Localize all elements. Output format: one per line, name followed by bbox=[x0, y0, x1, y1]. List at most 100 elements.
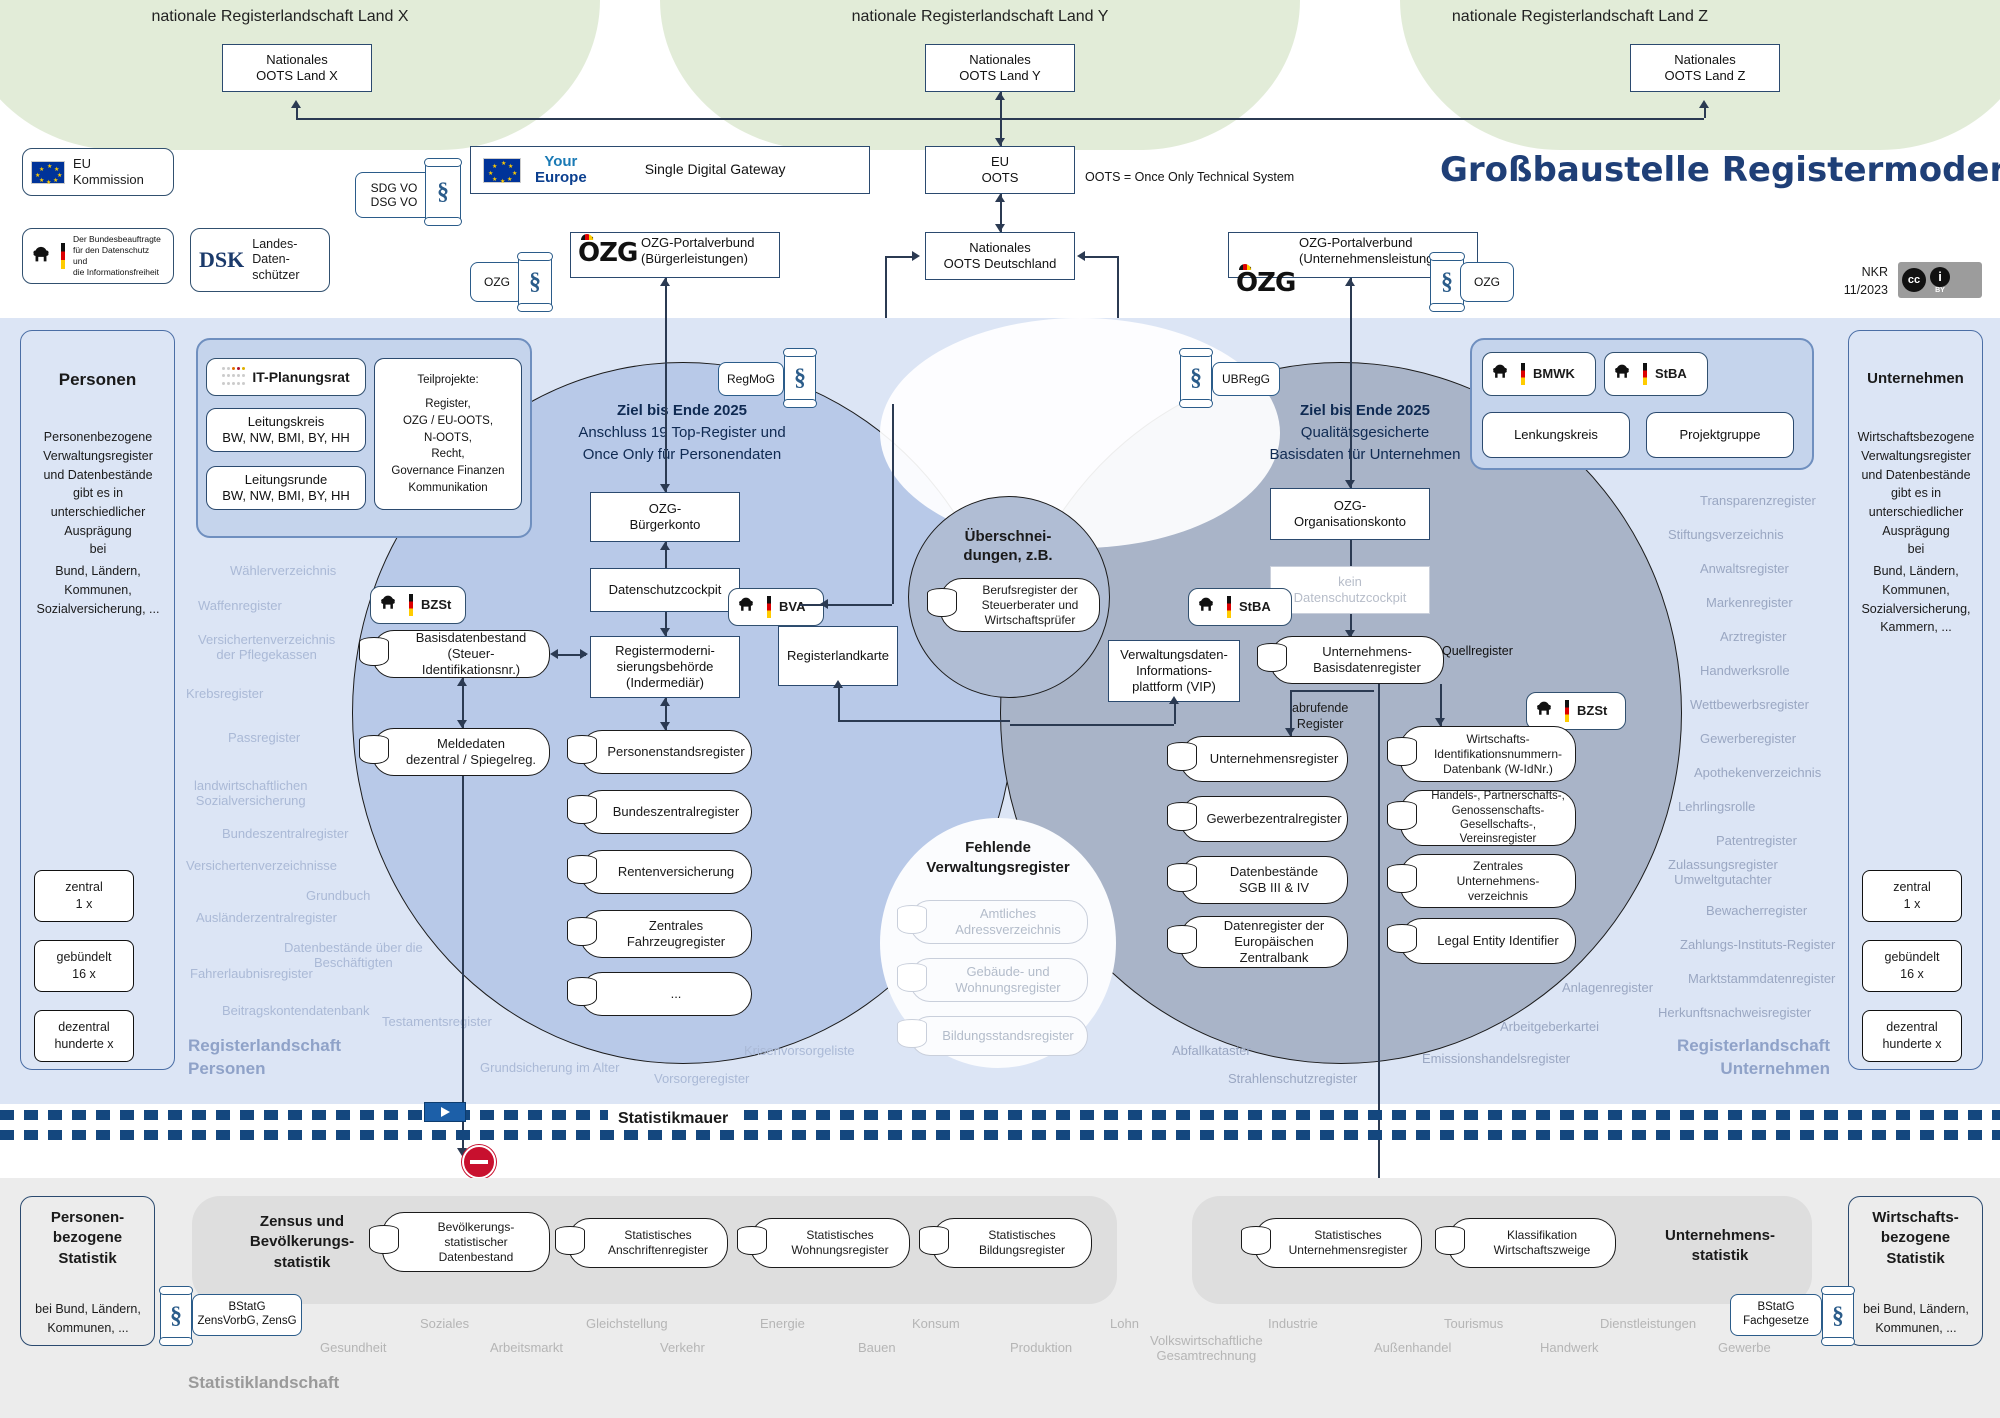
zentrales-fahrzeugregister-box[interactable]: Zentrales Fahrzeugregister bbox=[567, 910, 752, 958]
statistisches-wohnungsregister-box[interactable]: Statistisches Wohnungsregister bbox=[737, 1218, 910, 1268]
sgb-box[interactable]: Datenbestände SGB III & IV bbox=[1167, 856, 1348, 904]
berufsregister-box[interactable]: Berufsregister der Steuerberater und Wir… bbox=[927, 578, 1100, 632]
eu-oots-box[interactable]: EU OOTS bbox=[925, 146, 1075, 194]
german-flag-bar-icon-bva bbox=[767, 596, 771, 618]
unternehmens-basisdatenregister-box[interactable]: Unternehmens- Basisdatenregister bbox=[1257, 636, 1444, 684]
registerlandkarte-box[interactable]: Registerlandkarte bbox=[778, 626, 898, 686]
ghost-vorsorgeregister: Vorsorgeregister bbox=[654, 1071, 750, 1086]
arrow-portal-to-buerger bbox=[660, 278, 670, 286]
it-planungsrat-box[interactable]: IT-Planungsrat bbox=[206, 358, 366, 396]
national-oots-land-y-box[interactable]: Nationales OOTS Land Y bbox=[925, 44, 1075, 92]
bundesadler-icon-stba-mid bbox=[1197, 596, 1219, 618]
ozg-logo-text-2: ZG bbox=[1257, 268, 1296, 298]
abrufende-l1: abrufende bbox=[1292, 701, 1349, 715]
dsk-box[interactable]: DSK Landes- Daten- schützer bbox=[190, 228, 330, 292]
ozg-law-tag-buerger[interactable]: OZG bbox=[470, 262, 524, 302]
bzst-box-unternehmen[interactable]: BZSt bbox=[1526, 692, 1626, 730]
database-cylinder-icon-bzr bbox=[567, 795, 597, 829]
meldedaten-box[interactable]: Meldedaten dezentral / Spiegelreg. bbox=[359, 728, 550, 776]
eu-kommission-box[interactable]: ★ ★ ★ ★ ★ ★ ★ ★ EU Kommission bbox=[22, 148, 174, 196]
ln-portal-orgkonto bbox=[1350, 278, 1352, 488]
register-ezb-l1: Datenregister der bbox=[1223, 917, 1325, 933]
register-unternehmensregister: Unternehmensregister bbox=[1209, 750, 1339, 766]
handelsregister-box[interactable]: Handels-, Partnerschafts-, Genossenschaf… bbox=[1387, 790, 1576, 846]
dsk-line1: Landes- bbox=[252, 236, 298, 251]
stat-kwz-l2: Wirtschaftszweige bbox=[1493, 1243, 1591, 1257]
bzst-box-personen[interactable]: BZSt bbox=[370, 586, 466, 624]
bundeszentralregister-box[interactable]: Bundeszentralregister bbox=[567, 790, 752, 834]
bfdi-box[interactable]: Der Bundesbeauftragte für den Datenschut… bbox=[22, 228, 174, 284]
teilprojekte-box[interactable]: Teilprojekte: Register, OZG / EU-OOTS, N… bbox=[374, 358, 522, 510]
personenstandsregister-box[interactable]: Personenstandsregister bbox=[567, 730, 752, 774]
fehlende-item-0: Amtliches Adressverzeichnis bbox=[897, 900, 1088, 944]
personen-panel-text-3: Bund, Ländern, Kommunen, Sozialversicher… bbox=[36, 564, 160, 616]
ozg-law-tag-unternehmen[interactable]: OZG bbox=[1460, 262, 1514, 302]
regmog-paragraph-scroll-icon: § bbox=[783, 348, 817, 408]
bva-box[interactable]: BVA bbox=[728, 588, 824, 626]
register-widnr-l3: Datenbank (W-IdNr.) bbox=[1443, 761, 1553, 776]
zensus-title: Zensus und Bevölkerungs- statistik bbox=[212, 1212, 392, 1273]
stba-box-mid[interactable]: StBA bbox=[1188, 588, 1292, 626]
register-zuv-l3: verzeichnis bbox=[1467, 888, 1529, 903]
bstatg-tag-right[interactable]: BStatG Fachgesetze bbox=[1730, 1294, 1822, 1336]
oots-z-line1: Nationales bbox=[1674, 51, 1736, 67]
german-flag-bar-icon-stba-mid bbox=[1227, 596, 1231, 618]
gewerbezentralregister-box[interactable]: Gewerbezentralregister bbox=[1167, 796, 1348, 842]
registerlandkarte-label: Registerlandkarte bbox=[787, 647, 889, 663]
stat-sur-l2: Unternehmensregister bbox=[1288, 1243, 1408, 1257]
ghost-versichertenverzeichnisse: Versichertenverzeichnisse bbox=[186, 858, 338, 873]
ezb-box[interactable]: Datenregister der Europäischen Zentralba… bbox=[1167, 916, 1348, 968]
weitere-register-box[interactable]: ... bbox=[567, 972, 752, 1016]
your-europe-line2: Europe bbox=[535, 169, 587, 186]
connector-land-x-h bbox=[296, 118, 1000, 120]
register-zuv-l1: Zentrales bbox=[1472, 858, 1524, 873]
connector-land-z-v bbox=[1704, 108, 1706, 118]
lei-box[interactable]: Legal Entity Identifier bbox=[1387, 918, 1576, 964]
wirtschaftsbezogene-statistik-title: Wirtschafts- bezogene Statistik bbox=[1848, 1208, 1983, 1269]
w-idnr-box[interactable]: Wirtschafts- Identifikationsnummern- Dat… bbox=[1387, 726, 1576, 782]
register-lei: Legal Entity Identifier bbox=[1437, 932, 1559, 948]
bmwk-box[interactable]: BMWK bbox=[1482, 352, 1596, 396]
unternehmensregister-box[interactable]: Unternehmensregister bbox=[1167, 736, 1348, 782]
quellregister-label: Quellregister bbox=[1442, 644, 1513, 658]
arrow-eu-oots-up bbox=[995, 194, 1005, 202]
rentenversicherung-box[interactable]: Rentenversicherung bbox=[567, 850, 752, 894]
registermodernisierungsbehoerde-box[interactable]: Registermoderni- sierungsbehörde (Inderm… bbox=[590, 636, 740, 698]
nat-oots-de-line2: OOTS Deutschland bbox=[943, 256, 1057, 271]
ghost-stat-dienstleistungen: Dienstleistungen bbox=[1600, 1316, 1697, 1331]
ubregg-tag[interactable]: UBRegG bbox=[1212, 362, 1280, 396]
nationales-oots-deutschland-box[interactable]: Nationales OOTS Deutschland bbox=[925, 232, 1075, 280]
ghost-zulassungsregister: Zulassungsregister Umweltgutachter bbox=[1668, 857, 1778, 887]
ln-landkarte-h bbox=[838, 720, 1010, 722]
arc-label-land-y: nationale Registerlandschaft Land Y bbox=[851, 8, 1109, 25]
leitungsrunde-box[interactable]: Leitungsrunde BW, NW, BMI, BY, HH bbox=[206, 466, 366, 510]
national-oots-land-z-box[interactable]: Nationales OOTS Land Z bbox=[1630, 44, 1780, 92]
stba-box-top[interactable]: StBA bbox=[1604, 352, 1708, 396]
stat-bsd-l2: statistischer bbox=[444, 1234, 508, 1249]
statistisches-anschriftenregister-box[interactable]: Statistisches Anschriftenregister bbox=[555, 1218, 728, 1268]
database-cylinder-icon-ghost-2 bbox=[897, 1019, 927, 1053]
connector-land-z-h bbox=[1000, 118, 1704, 120]
klassifikation-wirtschaftszweige-box[interactable]: Klassifikation Wirtschaftszweige bbox=[1435, 1218, 1616, 1268]
leitungskreis-l1: Leitungskreis bbox=[247, 413, 325, 429]
regmog-tag[interactable]: RegMoG bbox=[718, 362, 784, 396]
statistisches-bildungsregister-box[interactable]: Statistisches Bildungsregister bbox=[919, 1218, 1092, 1268]
sdg-law-tag[interactable]: SDG VO DSG VO bbox=[355, 172, 433, 218]
national-oots-land-x-box[interactable]: Nationales OOTS Land X bbox=[222, 44, 372, 92]
zentrales-unternehmensverzeichnis-box[interactable]: Zentrales Unternehmens- verzeichnis bbox=[1387, 854, 1576, 908]
leitungskreis-box[interactable]: Leitungskreis BW, NW, BMI, BY, HH bbox=[206, 408, 366, 452]
personen-goal: Ziel bis Ende 2025 Anschluss 19 Top-Regi… bbox=[512, 400, 852, 465]
wb-stat-l1: Wirtschafts- bbox=[1872, 1209, 1959, 1226]
projektgruppe-box[interactable]: Projektgruppe bbox=[1646, 412, 1794, 458]
bevoelkerungsstatistischer-datenbestand-box[interactable]: Bevölkerungs- statistischer Datenbestand bbox=[369, 1212, 550, 1272]
datenschutzcockpit-box[interactable]: Datenschutzcockpit bbox=[590, 568, 740, 612]
statistisches-unternehmensregister-box[interactable]: Statistisches Unternehmensregister bbox=[1241, 1218, 1422, 1268]
single-digital-gateway-box[interactable]: ★ ★ ★ ★ ★ ★ ★ ★ Your Europe Single Digital G… bbox=[470, 146, 870, 194]
database-cylinder-icon-sur bbox=[1241, 1226, 1271, 1260]
zensus-l2: Bevölkerungs- bbox=[249, 1233, 355, 1251]
ozg-organisationskonto-box[interactable]: OZG- Organisationskonto bbox=[1270, 488, 1430, 540]
vip-box[interactable]: Verwaltungsdaten- Informations- plattfor… bbox=[1108, 640, 1240, 702]
ozg-buergerkonto-box[interactable]: OZG- Bürgerkonto bbox=[590, 492, 740, 542]
bstatg-tag-left[interactable]: BStatG ZensVorbG, ZensG bbox=[192, 1294, 302, 1336]
basisdatenbestand-box[interactable]: Basisdatenbestand (Steuer-Identifikation… bbox=[359, 630, 550, 678]
